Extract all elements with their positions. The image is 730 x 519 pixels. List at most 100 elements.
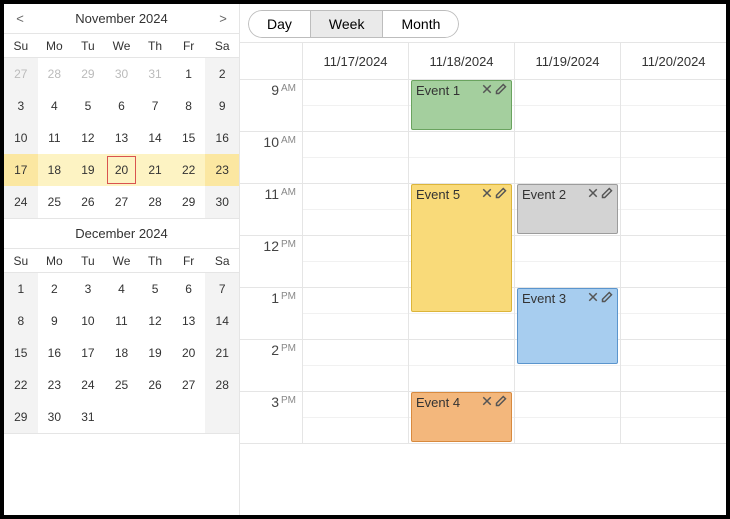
mini-calendar-day[interactable]: 20 bbox=[172, 337, 206, 369]
time-slot[interactable] bbox=[303, 236, 408, 262]
day-column[interactable] bbox=[302, 80, 408, 444]
edit-icon[interactable] bbox=[495, 83, 507, 98]
mini-calendar-day[interactable]: 1 bbox=[172, 58, 206, 90]
time-slot[interactable] bbox=[515, 262, 620, 288]
time-slot[interactable] bbox=[303, 288, 408, 314]
time-slot[interactable] bbox=[303, 340, 408, 366]
prev-month-button[interactable]: < bbox=[4, 11, 36, 26]
mini-calendar-day[interactable]: 6 bbox=[105, 90, 139, 122]
mini-calendar-day[interactable]: 10 bbox=[4, 122, 38, 154]
mini-calendar-day[interactable]: 2 bbox=[205, 58, 239, 90]
close-icon[interactable] bbox=[587, 187, 599, 202]
mini-calendar-day[interactable]: 5 bbox=[71, 90, 105, 122]
mini-calendar-day[interactable]: 30 bbox=[105, 58, 139, 90]
view-month-button[interactable]: Month bbox=[382, 10, 459, 38]
mini-calendar-day[interactable]: 8 bbox=[4, 305, 38, 337]
mini-calendar-day[interactable]: 17 bbox=[71, 337, 105, 369]
mini-calendar-day[interactable]: 26 bbox=[71, 186, 105, 218]
time-slot[interactable] bbox=[409, 314, 514, 340]
mini-calendar-day[interactable]: 7 bbox=[138, 90, 172, 122]
time-slot[interactable] bbox=[621, 340, 726, 366]
mini-calendar-day[interactable]: 11 bbox=[38, 122, 72, 154]
calendar-event[interactable]: Event 5 bbox=[411, 184, 512, 312]
time-slot[interactable] bbox=[515, 106, 620, 132]
mini-calendar-day[interactable]: 14 bbox=[138, 122, 172, 154]
mini-calendar-day[interactable]: 24 bbox=[71, 369, 105, 401]
mini-calendar-day[interactable]: 8 bbox=[172, 90, 206, 122]
mini-calendar-day[interactable]: 6 bbox=[172, 273, 206, 305]
mini-calendar-day[interactable]: 31 bbox=[71, 401, 105, 433]
time-slot[interactable] bbox=[409, 158, 514, 184]
mini-calendar-day[interactable]: 18 bbox=[105, 337, 139, 369]
view-week-button[interactable]: Week bbox=[310, 10, 384, 38]
mini-calendar-day[interactable]: 25 bbox=[105, 369, 139, 401]
time-slot[interactable] bbox=[515, 132, 620, 158]
mini-calendar-day[interactable]: 22 bbox=[172, 154, 206, 186]
edit-icon[interactable] bbox=[495, 395, 507, 410]
time-slot[interactable] bbox=[515, 80, 620, 106]
mini-calendar-day[interactable]: 21 bbox=[205, 337, 239, 369]
mini-calendar-day[interactable]: 18 bbox=[38, 154, 72, 186]
mini-calendar-day[interactable]: 27 bbox=[105, 186, 139, 218]
time-slot[interactable] bbox=[409, 132, 514, 158]
mini-calendar-day[interactable]: 12 bbox=[71, 122, 105, 154]
time-slot[interactable] bbox=[303, 418, 408, 444]
mini-calendar-day[interactable]: 16 bbox=[38, 337, 72, 369]
time-slot[interactable] bbox=[621, 236, 726, 262]
mini-calendar-day[interactable]: 4 bbox=[38, 90, 72, 122]
mini-calendar-day[interactable]: 26 bbox=[138, 369, 172, 401]
mini-calendar-day[interactable]: 13 bbox=[105, 122, 139, 154]
time-slot[interactable] bbox=[621, 80, 726, 106]
mini-calendar-day[interactable]: 27 bbox=[172, 369, 206, 401]
edit-icon[interactable] bbox=[601, 291, 613, 306]
mini-calendar-day[interactable]: 15 bbox=[172, 122, 206, 154]
mini-calendar-day[interactable]: 30 bbox=[38, 401, 72, 433]
edit-icon[interactable] bbox=[495, 187, 507, 202]
mini-calendar-day[interactable]: 29 bbox=[71, 58, 105, 90]
time-slot[interactable] bbox=[303, 106, 408, 132]
time-slot[interactable] bbox=[303, 210, 408, 236]
mini-calendar-day[interactable]: 17 bbox=[4, 154, 38, 186]
calendar-event[interactable]: Event 4 bbox=[411, 392, 512, 442]
close-icon[interactable] bbox=[587, 291, 599, 306]
mini-calendar-day[interactable]: 3 bbox=[71, 273, 105, 305]
time-slot[interactable] bbox=[621, 106, 726, 132]
time-slot[interactable] bbox=[621, 184, 726, 210]
mini-calendar-day[interactable]: 29 bbox=[172, 186, 206, 218]
mini-calendar-day[interactable]: 22 bbox=[4, 369, 38, 401]
calendar-event[interactable]: Event 2 bbox=[517, 184, 618, 234]
time-slot[interactable] bbox=[621, 314, 726, 340]
mini-calendar-day[interactable]: 29 bbox=[4, 401, 38, 433]
mini-calendar-day[interactable]: 31 bbox=[138, 58, 172, 90]
mini-calendar-day[interactable]: 20 bbox=[105, 154, 139, 186]
mini-calendar-day[interactable]: 4 bbox=[105, 273, 139, 305]
time-slot[interactable] bbox=[303, 184, 408, 210]
mini-calendar-day[interactable]: 15 bbox=[4, 337, 38, 369]
mini-calendar-day[interactable]: 21 bbox=[138, 154, 172, 186]
time-slot[interactable] bbox=[621, 366, 726, 392]
day-column[interactable]: Event 1Event 5Event 4 bbox=[408, 80, 514, 444]
mini-calendar-day[interactable]: 7 bbox=[205, 273, 239, 305]
time-slot[interactable] bbox=[409, 340, 514, 366]
time-slot[interactable] bbox=[303, 392, 408, 418]
mini-calendar-day[interactable]: 9 bbox=[38, 305, 72, 337]
time-slot[interactable] bbox=[303, 366, 408, 392]
time-slot[interactable] bbox=[303, 80, 408, 106]
mini-calendar-day[interactable]: 5 bbox=[138, 273, 172, 305]
mini-calendar-day[interactable]: 30 bbox=[205, 186, 239, 218]
mini-calendar-day[interactable]: 13 bbox=[172, 305, 206, 337]
time-slot[interactable] bbox=[621, 210, 726, 236]
time-slot[interactable] bbox=[621, 158, 726, 184]
day-column[interactable]: Event 2 Event 3 bbox=[514, 80, 620, 444]
time-slot[interactable] bbox=[303, 314, 408, 340]
mini-calendar-day[interactable]: 28 bbox=[38, 58, 72, 90]
mini-calendar-day[interactable]: 19 bbox=[138, 337, 172, 369]
time-slot[interactable] bbox=[515, 418, 620, 444]
mini-calendar-day[interactable]: 3 bbox=[4, 90, 38, 122]
day-column[interactable] bbox=[620, 80, 726, 444]
close-icon[interactable] bbox=[481, 83, 493, 98]
calendar-event[interactable]: Event 3 bbox=[517, 288, 618, 364]
time-slot[interactable] bbox=[303, 158, 408, 184]
mini-calendar-day[interactable]: 10 bbox=[71, 305, 105, 337]
edit-icon[interactable] bbox=[601, 187, 613, 202]
